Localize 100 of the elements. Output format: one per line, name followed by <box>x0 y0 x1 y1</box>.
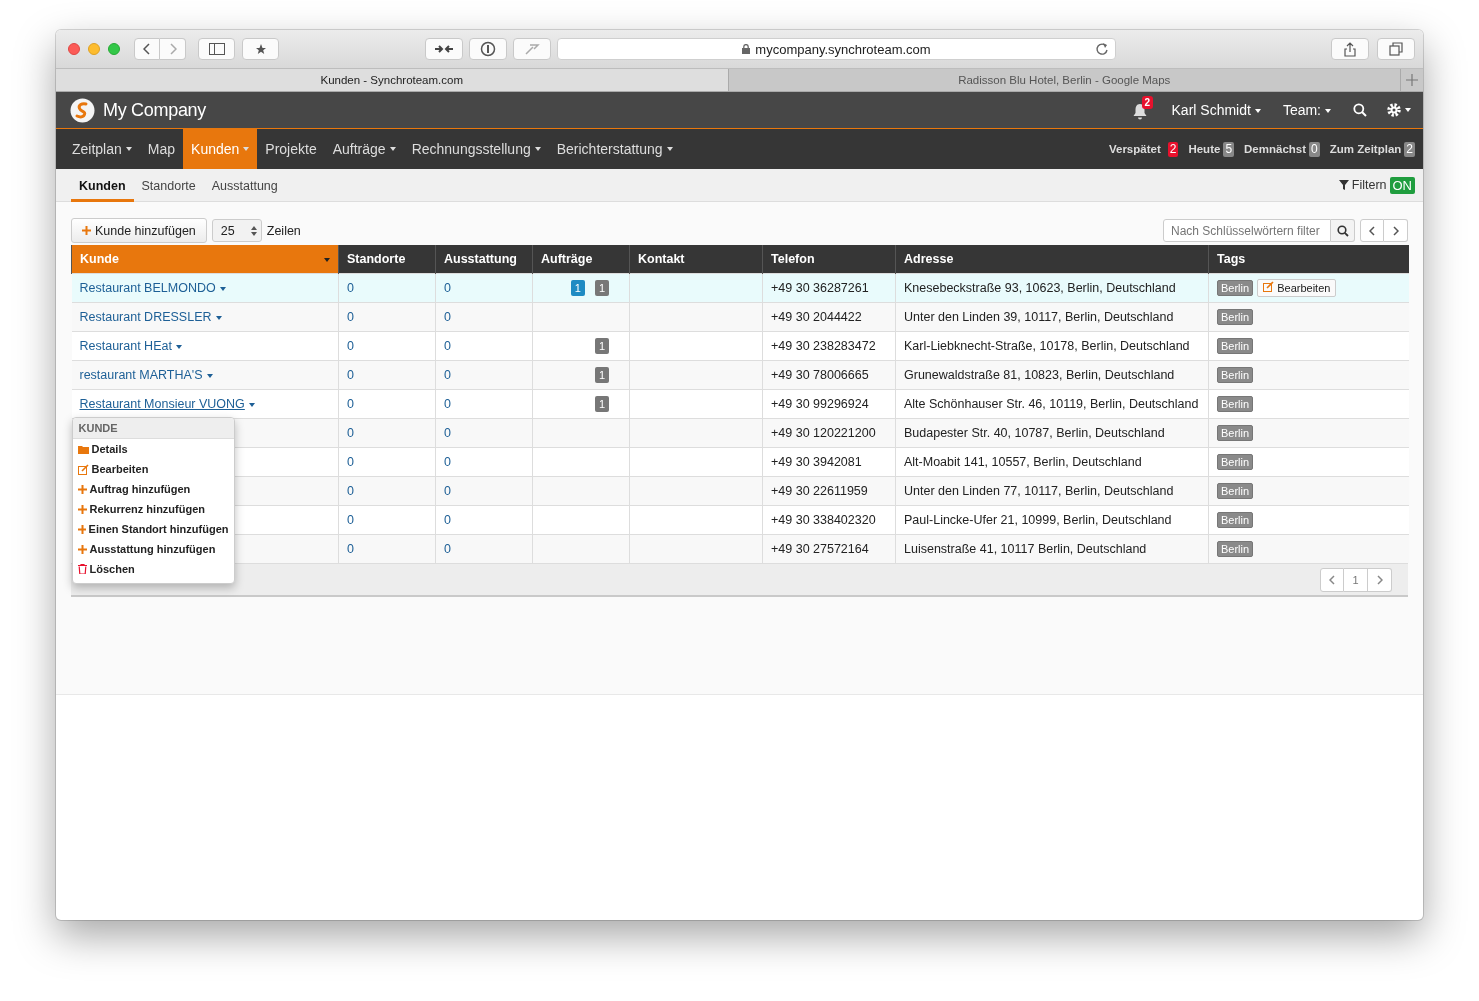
order-badge[interactable]: 1 <box>570 280 585 296</box>
status-counter[interactable]: Heute 5 <box>1188 141 1235 157</box>
settings-menu[interactable] <box>1387 103 1411 117</box>
menu-item[interactable]: Details <box>72 439 234 459</box>
menu-item[interactable]: Ausstattung hinzufügen <box>72 539 234 559</box>
address-field[interactable]: mycompany.synchroteam.com <box>557 38 1116 60</box>
menu-item[interactable]: Auftrag hinzufügen <box>72 479 234 499</box>
count-link[interactable]: 0 <box>347 368 354 382</box>
table-cell: +49 30 22611959 <box>762 476 896 506</box>
caret-icon <box>243 147 250 151</box>
previous-page-button[interactable] <box>1320 567 1344 592</box>
password-button[interactable] <box>469 38 507 60</box>
bookmarks-button[interactable] <box>242 38 279 60</box>
customer-link[interactable]: restaurant MARTHA'S <box>79 368 213 382</box>
arrows-button[interactable] <box>425 38 463 60</box>
tag-label: Berlin <box>1217 425 1254 441</box>
next-page-button[interactable] <box>1368 567 1392 592</box>
caret-icon <box>248 402 255 407</box>
search-field[interactable]: Nach Schlüsselwörtern filter <box>1163 219 1331 242</box>
count-link[interactable]: 0 <box>347 310 354 324</box>
tool-button[interactable] <box>513 38 551 60</box>
notification-button[interactable]: 2 <box>1131 99 1152 121</box>
chevron-right-icon <box>1376 574 1383 585</box>
column-header[interactable]: Aufträge <box>532 245 630 274</box>
sub-tab[interactable]: Standorte <box>133 169 204 202</box>
team-menu[interactable]: Team: <box>1282 102 1331 118</box>
browser-tab[interactable]: Radisson Blu Hotel, Berlin - Google Maps <box>728 69 1401 91</box>
order-badge[interactable]: 1 <box>594 338 609 354</box>
search-button[interactable] <box>1331 219 1355 242</box>
sidebar-button[interactable] <box>198 38 235 60</box>
order-badge[interactable]: 1 <box>594 367 609 383</box>
column-header[interactable]: Telefon <box>762 245 896 274</box>
customer-link[interactable]: Restaurant DRESSLER <box>79 310 222 324</box>
count-link[interactable]: 0 <box>444 513 451 527</box>
count-link[interactable]: 0 <box>347 426 354 440</box>
status-counter[interactable]: Verspätet 2 <box>1108 141 1179 157</box>
caret-icon <box>206 373 213 378</box>
filter-button[interactable]: Filtern <box>1338 178 1387 192</box>
count-link[interactable]: 0 <box>444 339 451 353</box>
menu-item[interactable]: Einen Standort hinzufügen <box>72 519 234 539</box>
column-header[interactable]: Ausstattung <box>435 245 533 274</box>
count-link[interactable]: 0 <box>444 397 451 411</box>
search-icon[interactable] <box>1353 103 1367 117</box>
order-badge[interactable]: 1 <box>594 396 609 412</box>
order-badge[interactable]: 1 <box>594 280 609 296</box>
chevron-right-icon <box>168 43 177 55</box>
nav-item[interactable]: Projekte <box>257 129 325 169</box>
filter-toggle[interactable]: ON <box>1389 176 1415 194</box>
menu-item[interactable]: Rekurrenz hinzufügen <box>72 499 234 519</box>
table-cell: +49 30 3942081 <box>762 447 896 477</box>
nav-item[interactable]: Aufträge <box>324 129 404 169</box>
count-link[interactable]: 0 <box>347 397 354 411</box>
count-link[interactable]: 0 <box>444 310 451 324</box>
tag-label: Berlin <box>1217 309 1254 325</box>
close-button[interactable] <box>68 43 80 55</box>
forward-button[interactable] <box>160 38 186 60</box>
table-cell: +49 30 238283472 <box>762 331 896 361</box>
count-link[interactable]: 0 <box>347 513 354 527</box>
user-menu[interactable]: Karl Schmidt <box>1171 102 1261 118</box>
nav-item[interactable]: Zeitplan <box>64 129 140 169</box>
nav-item[interactable]: Berichterstattung <box>548 129 681 169</box>
count-link[interactable]: 0 <box>347 455 354 469</box>
browser-tab[interactable]: Kunden - Synchroteam.com <box>56 69 729 91</box>
customer-link[interactable]: Restaurant HEat <box>79 339 182 353</box>
count-link[interactable]: 0 <box>347 339 354 353</box>
previous-button[interactable] <box>1360 219 1384 242</box>
column-header[interactable]: Tags <box>1208 245 1409 274</box>
count-link[interactable]: 0 <box>444 281 451 295</box>
column-header[interactable]: Kontakt <box>629 245 763 274</box>
status-counter[interactable]: Demnächst 0 <box>1244 141 1320 157</box>
page-size-select[interactable]: 25 <box>211 219 262 242</box>
company-name[interactable]: My Company <box>103 99 207 121</box>
column-header[interactable]: Adresse <box>895 245 1209 274</box>
add-customer-button[interactable]: Kunde hinzufügen <box>71 218 207 243</box>
page-button[interactable]: 1 <box>1344 567 1368 592</box>
minimize-button[interactable] <box>88 43 100 55</box>
caret-icon <box>666 147 673 151</box>
count-link[interactable]: 0 <box>347 542 354 556</box>
count-link[interactable]: 0 <box>347 484 354 498</box>
count-link[interactable]: 0 <box>347 281 354 295</box>
next-button[interactable] <box>1384 219 1408 242</box>
table-cell: +49 30 2044422 <box>762 302 896 332</box>
count-link[interactable]: 0 <box>444 484 451 498</box>
back-button[interactable] <box>134 38 160 60</box>
count-link[interactable]: 0 <box>444 368 451 382</box>
nav-item[interactable]: Rechnungsstellung <box>403 129 549 169</box>
count-link[interactable]: 0 <box>444 455 451 469</box>
share-button[interactable] <box>1331 38 1369 60</box>
column-header[interactable]: Standorte <box>338 245 436 274</box>
nav-item[interactable]: Map <box>139 129 184 169</box>
zoom-button[interactable] <box>108 43 120 55</box>
tabs-button[interactable] <box>1377 38 1415 60</box>
sub-tab[interactable]: Ausstattung <box>203 169 286 202</box>
count-link[interactable]: 0 <box>444 426 451 440</box>
count-link[interactable]: 0 <box>444 542 451 556</box>
reload-icon[interactable] <box>1095 42 1109 56</box>
menu-item[interactable]: Löschen <box>72 559 234 579</box>
edit-button[interactable]: Bearbeiten <box>1257 279 1337 297</box>
logo-icon[interactable] <box>70 97 95 123</box>
status-counter[interactable]: Zum Zeitplan 2 <box>1329 141 1415 157</box>
